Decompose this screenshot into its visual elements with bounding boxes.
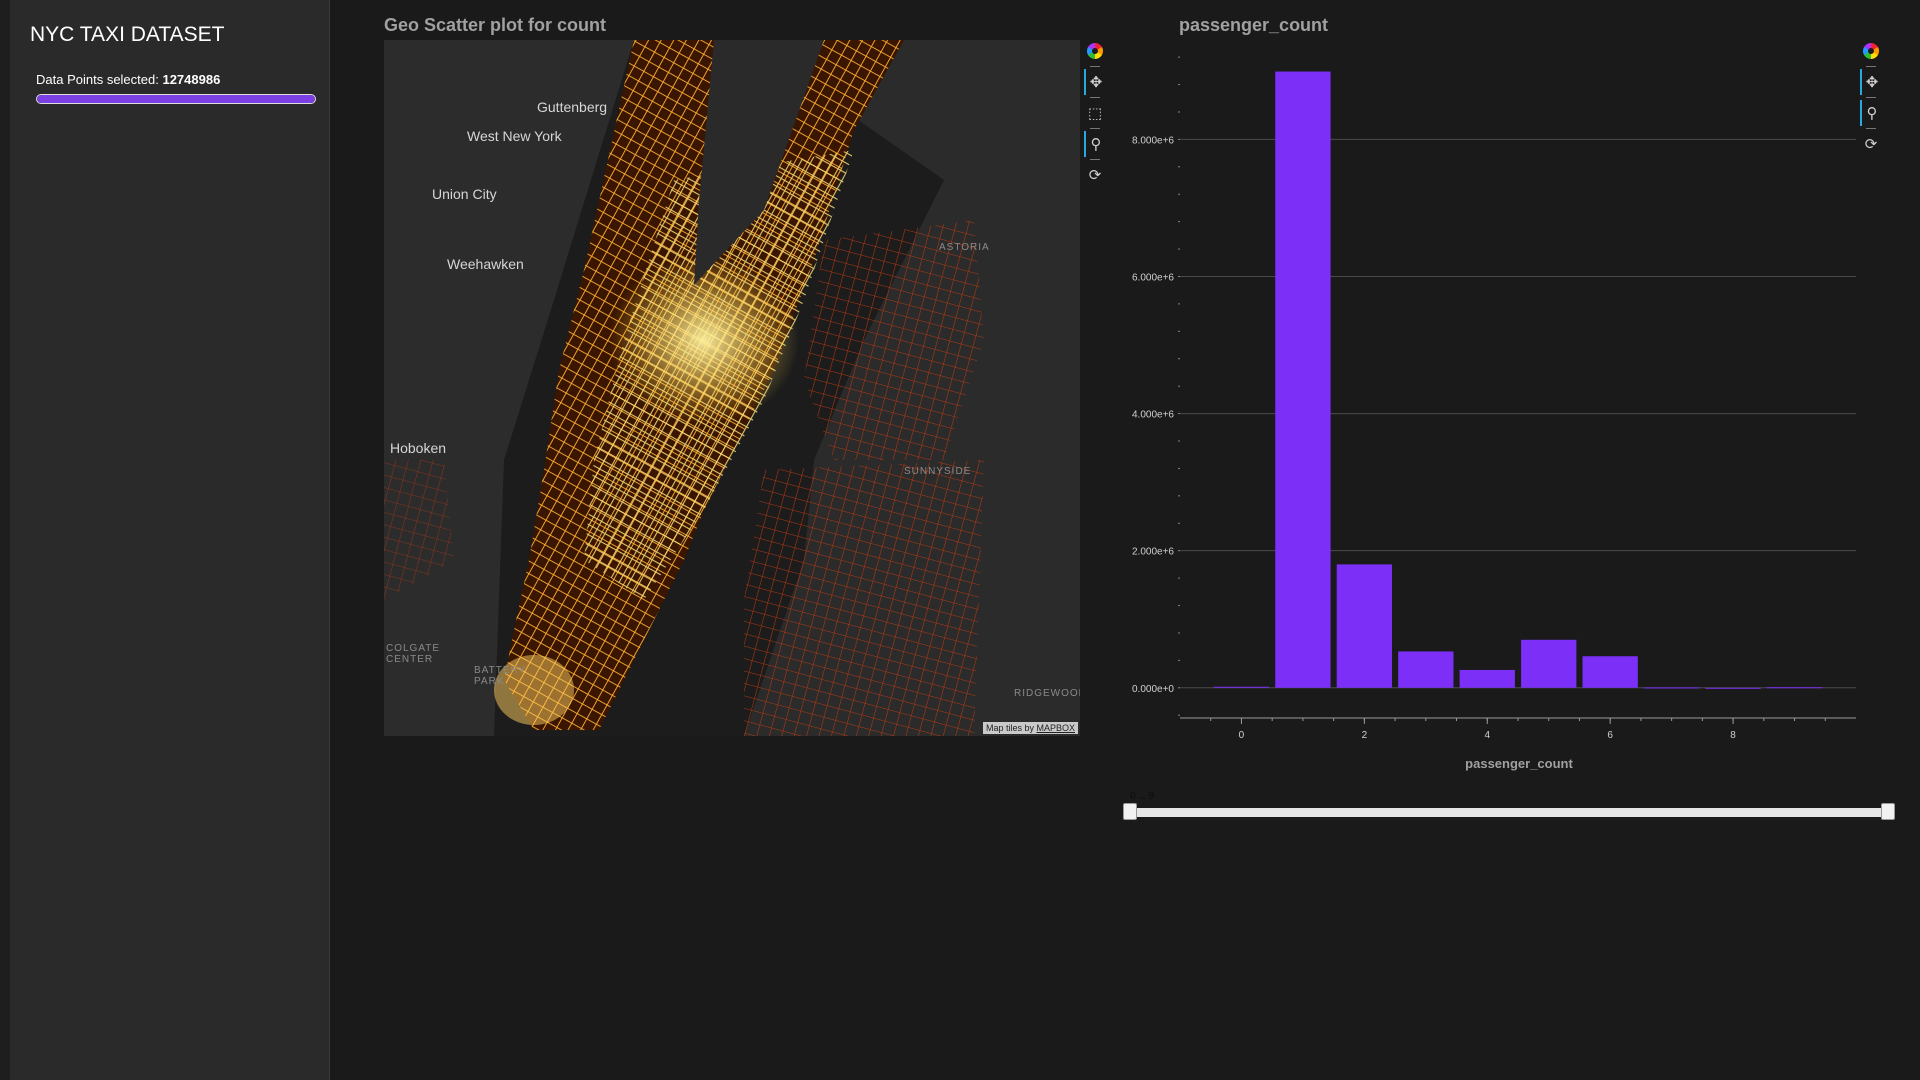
bokeh-logo-icon[interactable] [1860, 38, 1882, 64]
map-label-battery-park: BATTERY PARK [474, 665, 527, 687]
histogram-x-tick-label: 6 [1607, 730, 1613, 741]
map-canvas [384, 40, 1080, 736]
pan-icon[interactable]: ✥ [1860, 69, 1882, 95]
map-label-union-city: Union City [432, 186, 497, 202]
histogram-bar[interactable] [1582, 656, 1638, 688]
bokeh-logo-icon[interactable] [1084, 38, 1106, 64]
map-label-guttenberg: Guttenberg [537, 99, 608, 115]
attribution-link[interactable]: MAPBOX [1036, 723, 1075, 733]
histogram-y-tick-label: 4.000e+6 [1132, 410, 1174, 421]
wheel-zoom-icon[interactable]: ⚲ [1860, 100, 1882, 126]
map-attribution: Map tiles by MAPBOX [982, 722, 1078, 734]
histogram-toolbar: ✥ ⚲ ⟳ [1860, 38, 1882, 157]
left-edge [0, 0, 10, 1080]
histogram-bar[interactable] [1459, 669, 1515, 688]
map-toolbar: ✥ ⬚ ⚲ ⟳ [1084, 38, 1106, 188]
histogram-chart[interactable]: 0.000e+0 2.000e+6 4.000e+6 6.000e+6 8.000e+6… [1130, 40, 1860, 780]
selection-progress-bar [36, 94, 316, 104]
histogram-bar[interactable] [1521, 639, 1577, 688]
histogram-x-tick-label: 4 [1484, 730, 1490, 741]
histogram-bar[interactable] [1398, 651, 1454, 688]
reset-icon[interactable]: ⟳ [1084, 162, 1106, 188]
histogram-bar[interactable] [1705, 687, 1761, 689]
map-label-ridgewood: RIDGEWOOD [1014, 688, 1080, 699]
map-label-hoboken: Hoboken [390, 440, 447, 456]
slider-value-readout: 0 .. 9 [1130, 790, 1155, 802]
reset-icon[interactable]: ⟳ [1860, 131, 1882, 157]
slider-handle-max[interactable] [1881, 803, 1895, 820]
attribution-text: Map tiles by [985, 723, 1037, 733]
slider-max-value: 9 [1148, 790, 1155, 802]
sidebar: NYC TAXI DATASET Data Points selected: 1… [10, 0, 330, 1080]
map-title: Geo Scatter plot for count [384, 15, 607, 35]
pan-icon[interactable]: ✥ [1084, 69, 1106, 95]
histogram-bar[interactable] [1766, 687, 1823, 689]
histogram-y-tick-label: 6.000e+6 [1132, 272, 1174, 283]
wheel-zoom-icon[interactable]: ⚲ [1084, 131, 1106, 157]
map-label-colgate-center: COLGATE CENTER [386, 643, 441, 665]
histogram-y-tick-label: 0.000e+0 [1132, 684, 1174, 695]
geo-scatter-map[interactable]: Guttenberg West New York Union City Weeh… [384, 40, 1080, 736]
box-select-icon[interactable]: ⬚ [1084, 100, 1106, 126]
histogram-title: passenger_count [1179, 15, 1329, 35]
slider-handle-min[interactable] [1123, 803, 1137, 820]
selected-count-label: Data Points selected: [36, 72, 163, 87]
histogram-x-tick-label: 2 [1362, 730, 1368, 741]
slider-track[interactable] [1130, 808, 1888, 817]
selected-count-value: 12748986 [162, 72, 221, 87]
histogram-y-tick-label: 8.000e+6 [1132, 135, 1174, 146]
app-title: NYC TAXI DATASET [30, 23, 225, 46]
selection-progress-fill [37, 95, 315, 103]
histogram-y-tick-label: 2.000e+6 [1132, 547, 1174, 558]
map-label-weehawken: Weehawken [447, 256, 524, 272]
selected-count-text: Data Points selected: 12748986 [36, 72, 220, 87]
histogram-bar[interactable] [1336, 564, 1393, 688]
slider-min-value: 0 [1130, 790, 1137, 802]
histogram-bar[interactable] [1213, 686, 1270, 688]
passenger-count-range-slider[interactable]: 0 .. 9 [1123, 790, 1895, 830]
histogram-x-tick-label: 8 [1730, 730, 1736, 741]
map-label-astoria: ASTORIA [939, 242, 990, 253]
histogram-x-tick-label: 0 [1239, 730, 1245, 741]
map-label-west-new-york: West New York [467, 128, 562, 144]
histogram-bar[interactable] [1275, 71, 1331, 688]
histogram-bar[interactable] [1643, 687, 1700, 689]
map-label-sunnyside: SUNNYSIDE [904, 466, 972, 477]
histogram-x-axis-label: passenger_count [1465, 756, 1573, 771]
